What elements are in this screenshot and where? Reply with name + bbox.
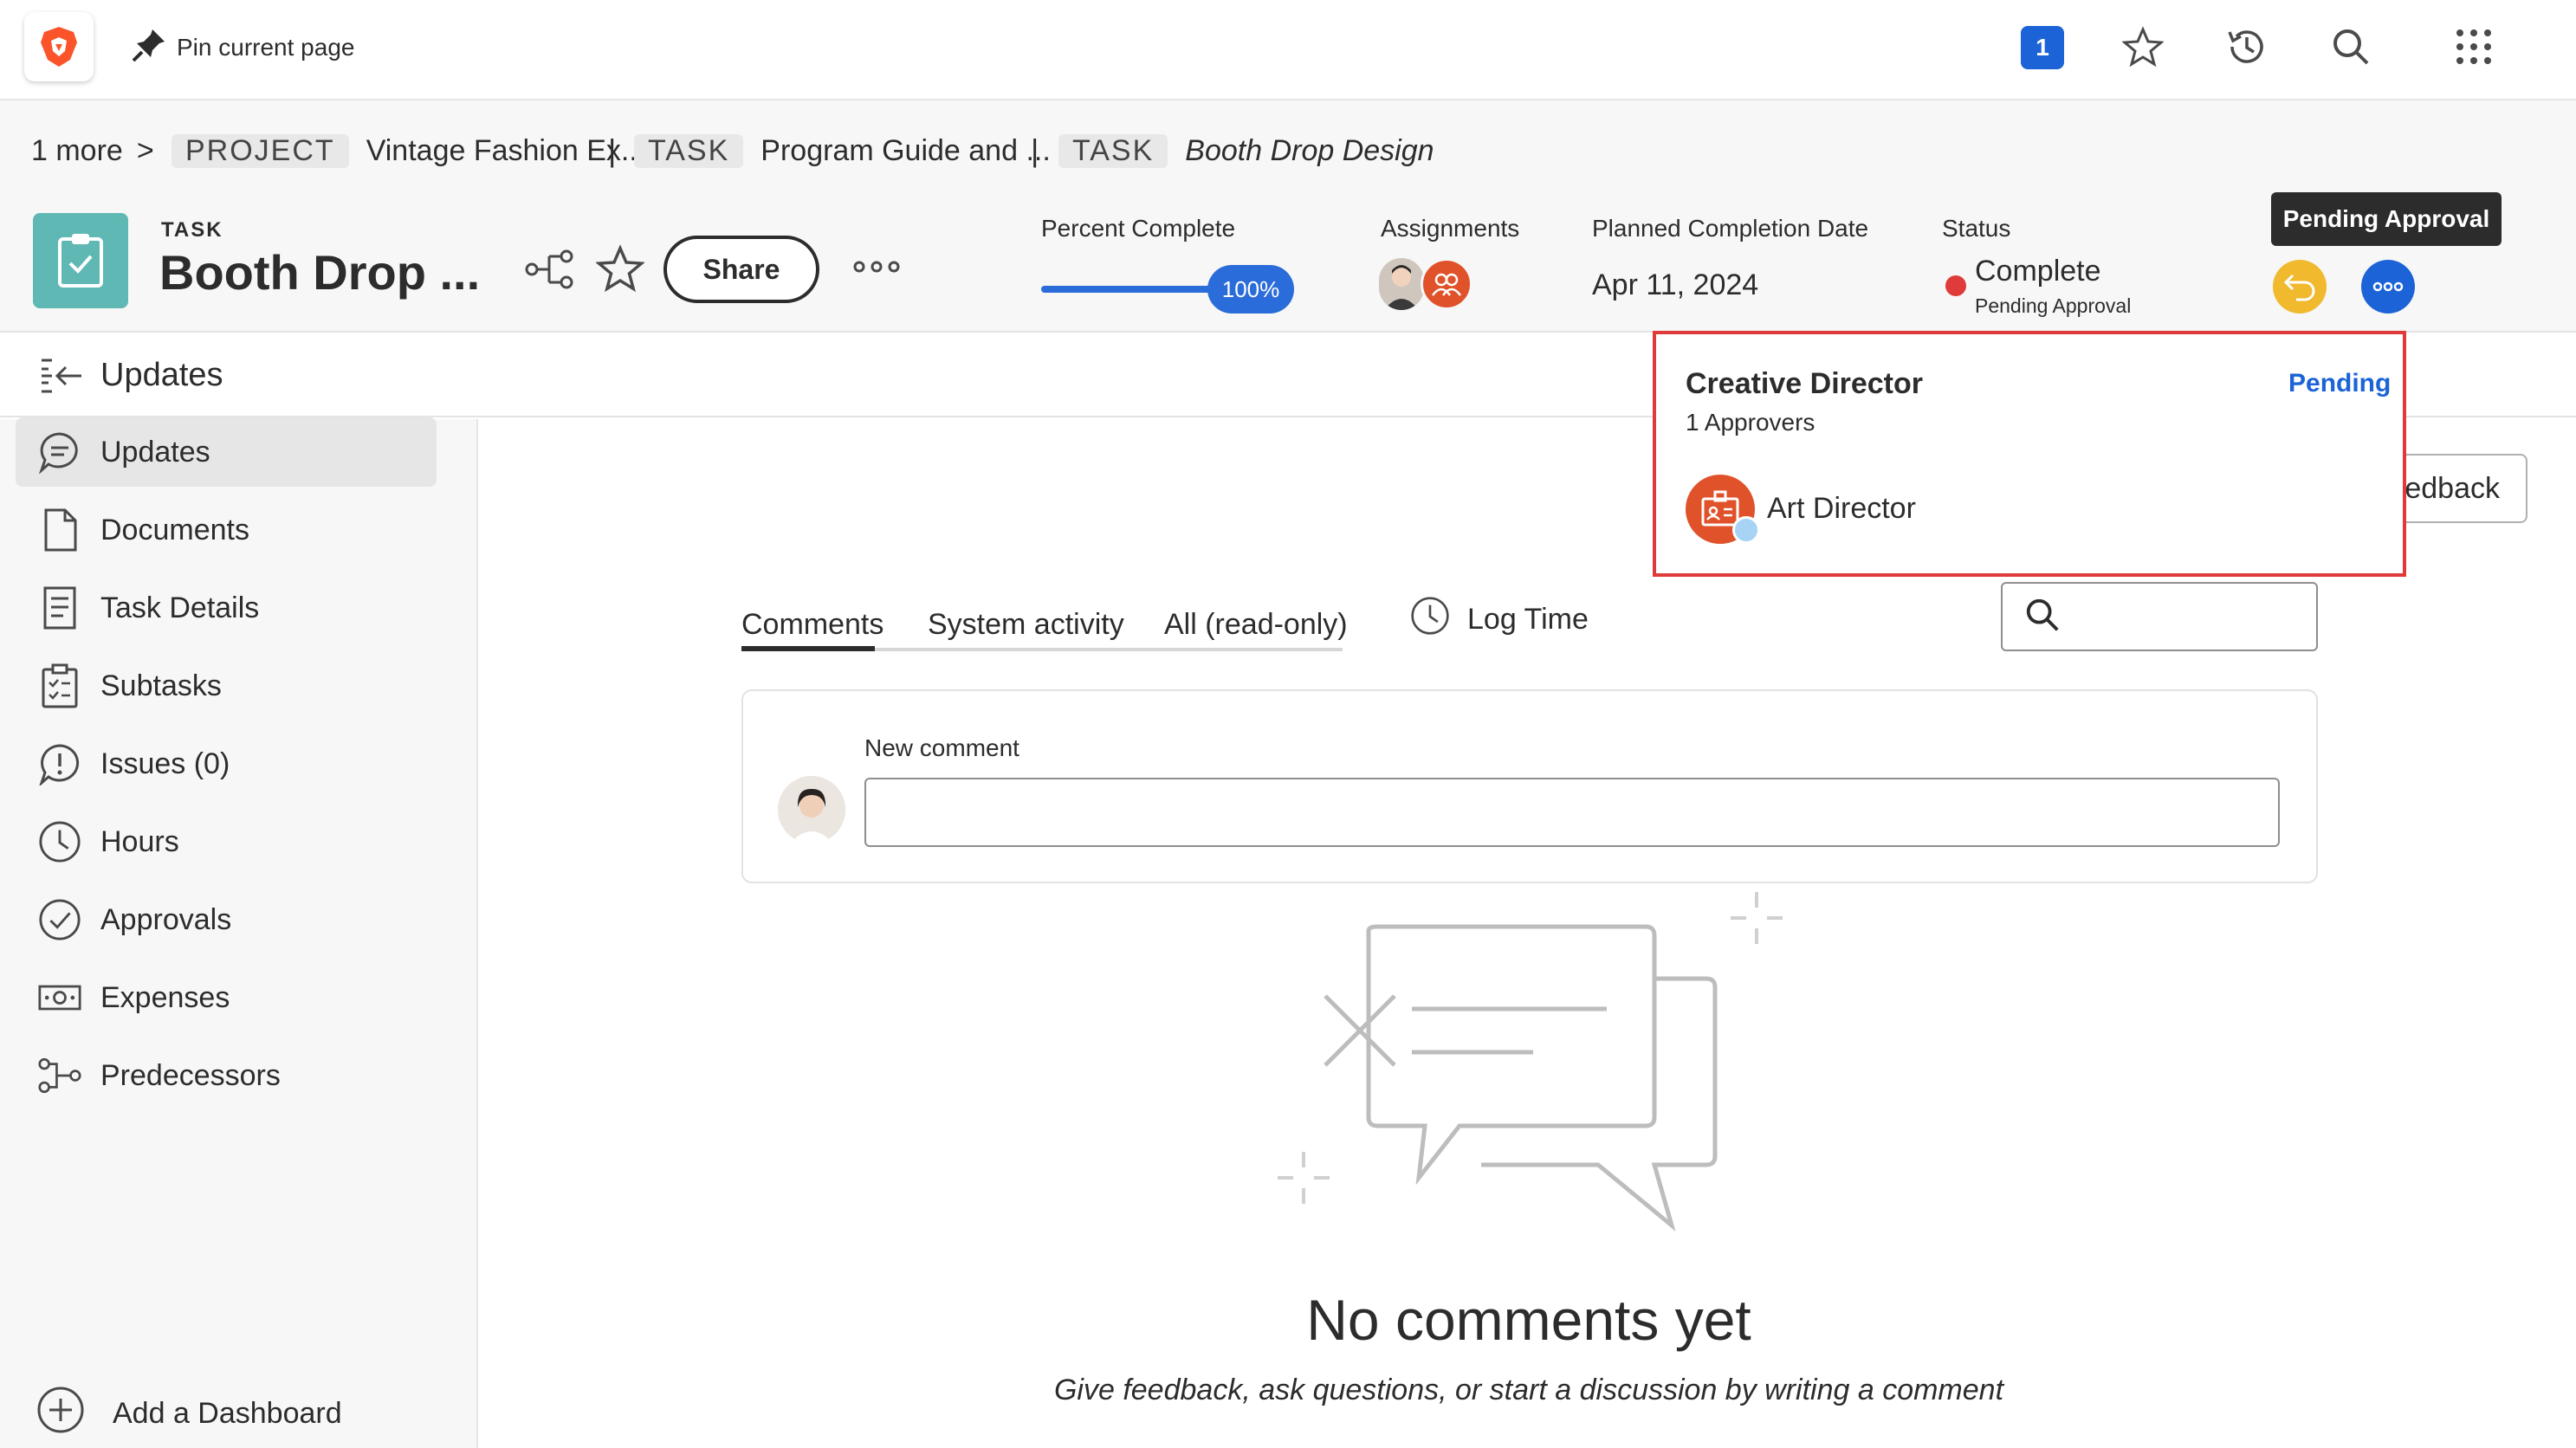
breadcrumb-label: Program Guide and ... [761, 133, 1051, 167]
sidebar-item-hours[interactable]: Hours [16, 807, 437, 876]
details-icon [38, 586, 81, 630]
top-bar [0, 0, 2576, 100]
feedback-label: edback [2404, 471, 2500, 505]
status-dot [1945, 275, 1966, 296]
sidebar-item-documents[interactable]: Documents [16, 495, 437, 565]
approver-count: 1 Approvers [1686, 409, 1815, 436]
apps-grid-icon[interactable] [2448, 21, 2500, 73]
search-icon[interactable] [2325, 21, 2377, 73]
approver-name[interactable]: Art Director [1767, 492, 1916, 526]
breadcrumb-tag: PROJECT [172, 133, 349, 168]
tab-system-activity[interactable]: System activity [928, 596, 1124, 653]
task-clipboard-icon [33, 213, 128, 308]
favorite-star-icon[interactable] [595, 244, 648, 296]
breadcrumb-task-parent[interactable]: TASK Program Guide and ... [634, 125, 1051, 177]
sidebar-item-label: Issues (0) [100, 747, 230, 780]
money-icon [38, 976, 81, 1019]
clipboard-icon [38, 663, 81, 708]
sidebar-item-label: Hours [100, 824, 179, 858]
task-type-label: TASK [161, 218, 223, 242]
document-icon [38, 508, 81, 552]
pin-icon [130, 26, 168, 70]
new-comment-label: New comment [864, 734, 1019, 761]
chevron-right-icon: > [136, 133, 154, 167]
log-time-button[interactable]: Log Time [1410, 596, 1589, 643]
planned-completion-label: Planned Completion Date [1592, 215, 1869, 242]
sidebar-item-subtasks[interactable]: Subtasks [16, 651, 437, 721]
empty-comments-illustration [1273, 892, 1793, 1238]
sidebar-item-label: Documents [100, 513, 249, 546]
sidebar-item-label: Task Details [100, 591, 260, 624]
new-comment-input[interactable] [864, 778, 2280, 847]
pin-current-page[interactable]: Pin current page [130, 26, 354, 69]
hierarchy-icon [38, 1054, 81, 1097]
tab-comments[interactable]: Comments [741, 596, 883, 653]
more-options-icon[interactable] [852, 256, 904, 282]
updates-title: Updates [100, 357, 223, 393]
history-icon[interactable] [2221, 21, 2273, 73]
sidebar-item-label: Expenses [100, 980, 230, 1014]
breadcrumb-tag: TASK [1058, 133, 1168, 168]
breadcrumb-task-current[interactable]: TASK Booth Drop Design [1058, 125, 1434, 177]
pending-approval-tooltip: Pending Approval [2271, 192, 2502, 246]
sidebar-item-expenses[interactable]: Expenses [16, 963, 437, 1032]
clock-icon [1410, 596, 1450, 643]
breadcrumb-more-label: 1 more [31, 133, 123, 167]
progress-value[interactable]: 100% [1207, 265, 1294, 314]
active-tab-indicator [741, 646, 875, 651]
pending-indicator-icon [1732, 516, 1760, 544]
sidebar-item-label: Predecessors [100, 1058, 281, 1092]
tab-all-read-only[interactable]: All (read-only) [1164, 596, 1348, 653]
pin-label: Pin current page [177, 34, 355, 61]
team-avatar-icon[interactable] [1421, 258, 1472, 310]
sidebar-item-label: Updates [100, 435, 210, 469]
share-button[interactable]: Share [663, 236, 819, 303]
issue-icon [38, 742, 81, 785]
status-sub: Pending Approval [1975, 294, 2132, 317]
search-icon [2023, 596, 2063, 636]
star-icon[interactable] [2117, 21, 2169, 73]
empty-state-subtitle: Give feedback, ask questions, or start a… [1053, 1374, 2004, 1406]
task-title[interactable]: Booth Drop ... [159, 244, 480, 301]
sidebar-item-label: Approvals [100, 902, 232, 936]
feedback-button[interactable]: edback [2392, 454, 2527, 523]
breadcrumb-tag: TASK [634, 133, 744, 168]
status-value[interactable]: Complete [1975, 255, 2101, 288]
status-label: Status [1942, 215, 2011, 242]
breadcrumb-separator: | [1031, 133, 1039, 168]
sidebar-item-approvals[interactable]: Approvals [16, 885, 437, 954]
collapse-panel-icon[interactable] [38, 355, 83, 398]
empty-state-title: No comments yet [1306, 1288, 1751, 1352]
sidebar-item-issues[interactable]: Issues (0) [16, 729, 437, 798]
approval-status: Pending [2288, 369, 2392, 398]
assignee-avatar[interactable] [1379, 258, 1424, 310]
sidebar-item-updates[interactable]: Updates [16, 417, 437, 487]
hierarchy-icon[interactable] [525, 248, 577, 296]
breadcrumb-label: Booth Drop Design [1185, 133, 1434, 167]
breadcrumb-project[interactable]: PROJECT Vintage Fashion Ex... [172, 125, 645, 177]
sidebar-item-label: Subtasks [100, 669, 222, 702]
notification-badge[interactable]: 1 [2021, 26, 2064, 69]
comment-icon [38, 430, 81, 474]
sidebar-item-predecessors[interactable]: Predecessors [16, 1041, 437, 1110]
clock-icon [38, 820, 81, 863]
percent-complete-label: Percent Complete [1041, 215, 1236, 242]
brave-logo-icon[interactable] [24, 12, 94, 81]
check-circle-icon [38, 898, 81, 941]
assignments-label: Assignments [1381, 215, 1520, 242]
undo-icon[interactable] [2273, 260, 2327, 314]
breadcrumb-label: Vintage Fashion Ex... [366, 133, 646, 167]
breadcrumb-more[interactable]: 1 more > [31, 125, 154, 177]
approval-stage-title: Creative Director [1686, 367, 1924, 400]
approval-more-icon[interactable] [2361, 260, 2415, 314]
planned-completion-value[interactable]: Apr 11, 2024 [1592, 268, 1758, 302]
sidebar-item-task-details[interactable]: Task Details [16, 573, 437, 643]
current-user-avatar [778, 776, 845, 844]
log-time-label: Log Time [1467, 602, 1589, 636]
breadcrumb-separator: | [608, 133, 617, 168]
